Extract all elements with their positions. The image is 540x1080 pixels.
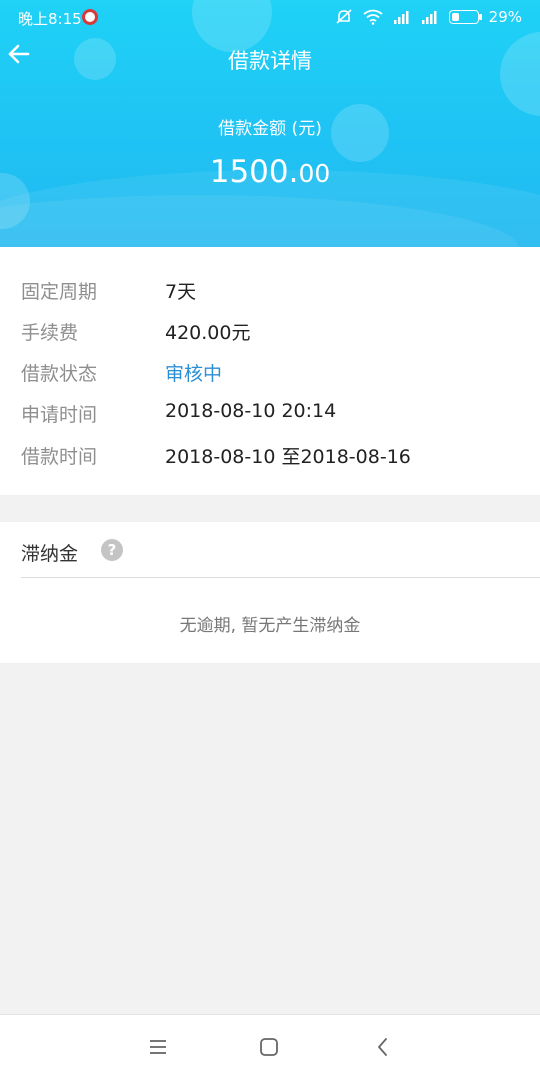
late-fee-title: 滞纳金 (21, 543, 79, 565)
nav-home-button[interactable] (257, 1035, 281, 1059)
menu-icon (150, 1040, 166, 1054)
square-home-icon (260, 1038, 278, 1056)
signal-icon (393, 11, 409, 24)
late-fee-empty-text: 无逾期, 暂无产生滞纳金 (179, 616, 361, 636)
amount-decimal: 00 (298, 159, 331, 188)
status-bar: 晚上8:15 29% (0, 0, 540, 34)
status-time: 晚上8:15 (18, 10, 82, 28)
loan-status-value: 审核中 (165, 363, 223, 385)
detail-row-fee: 手续费 420.00元 (0, 318, 540, 348)
system-nav-bar (0, 1014, 540, 1080)
loan-details-card: 固定周期 7天 手续费 420.00元 借款状态 审核中 申请时间 2018-0… (0, 247, 540, 495)
chevron-left-icon (378, 1038, 387, 1056)
detail-value: 420.00元 (165, 322, 251, 344)
amount-label: 借款金额 (元) (218, 119, 322, 139)
header: 晚上8:15 29% 借款详情 借款金额 (元) 1500.00 (0, 0, 540, 247)
amount-value: 1500.00 (0, 154, 540, 190)
detail-row-loan-time: 借款时间 2018-08-10 至2018-08-16 (0, 442, 540, 472)
divider (21, 577, 540, 578)
screen: 晚上8:15 29% 借款详情 借款金额 (元) 1500.00 固定周期 7天… (0, 0, 540, 1080)
battery-icon (448, 10, 482, 24)
wifi-icon (363, 9, 383, 25)
detail-row-period: 固定周期 7天 (0, 277, 540, 307)
battery-level (451, 13, 459, 21)
status-indicators: 29% (335, 7, 522, 27)
notification-icon (82, 9, 98, 25)
detail-label: 手续费 (21, 322, 79, 344)
detail-row-status: 借款状态 审核中 (0, 359, 540, 389)
signal-icon-2 (421, 11, 437, 24)
nav-back-button[interactable] (371, 1035, 395, 1059)
battery-percent: 29% (488, 8, 522, 26)
detail-label: 借款时间 (21, 446, 98, 468)
amount-integer: 1500. (209, 154, 299, 190)
detail-row-apply-time: 申请时间 2018-08-10 20:14 (0, 400, 540, 430)
late-fee-card: 滞纳金 ? 无逾期, 暂无产生滞纳金 (0, 522, 540, 663)
question-circle-icon[interactable]: ? (101, 539, 123, 561)
detail-value: 2018-08-10 至2018-08-16 (165, 446, 411, 468)
nav-menu-button[interactable] (146, 1035, 170, 1059)
detail-value: 7天 (165, 281, 197, 303)
detail-label: 借款状态 (21, 363, 98, 385)
detail-label: 申请时间 (21, 404, 98, 426)
detail-label: 固定周期 (21, 281, 98, 303)
battery-cap (478, 14, 482, 20)
detail-value: 2018-08-10 20:14 (165, 400, 337, 422)
mute-icon (336, 9, 352, 24)
page-title: 借款详情 (228, 49, 312, 73)
